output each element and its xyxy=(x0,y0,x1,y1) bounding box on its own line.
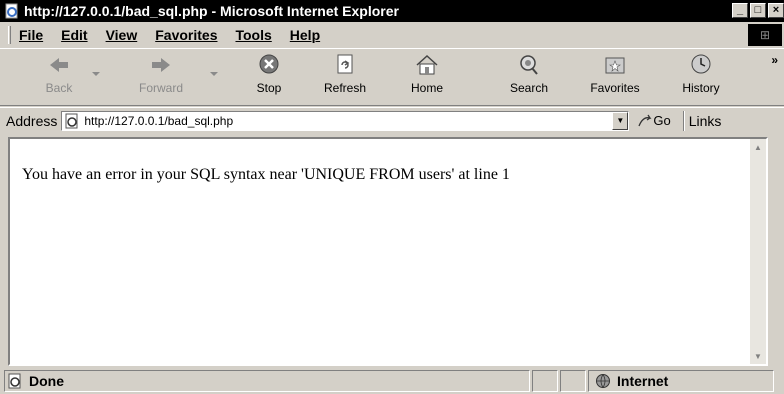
links-divider xyxy=(682,110,685,131)
status-pane-progress xyxy=(532,370,558,392)
scroll-down-button[interactable]: ▼ xyxy=(750,348,766,364)
title-bar: http://127.0.0.1/bad_sql.php - Microsoft… xyxy=(0,0,784,22)
forward-button[interactable]: Forward xyxy=(130,53,192,103)
search-label: Search xyxy=(509,81,549,95)
ie-page-icon xyxy=(65,113,78,128)
address-url: http://127.0.0.1/bad_sql.php xyxy=(84,113,234,128)
ie-page-icon xyxy=(5,3,18,19)
ie-page-icon xyxy=(8,373,21,389)
favorites-button[interactable]: Favorites xyxy=(584,53,646,103)
forward-arrow-icon xyxy=(152,58,170,72)
menu-view[interactable]: View xyxy=(106,27,138,43)
close-button[interactable]: × xyxy=(768,3,784,18)
home-label: Home xyxy=(410,81,443,95)
menu-tools[interactable]: Tools xyxy=(235,27,271,43)
status-bar: Done Internet xyxy=(0,368,784,394)
scroll-up-button[interactable]: ▲ xyxy=(750,139,766,155)
standard-toolbar: Back Forward Stop Refresh Home Search Fa… xyxy=(0,48,784,106)
address-dropdown-button[interactable]: ▼ xyxy=(612,111,629,130)
stop-icon xyxy=(259,54,279,74)
status-pane-security xyxy=(560,370,586,392)
window-controls: _ □ × xyxy=(730,3,784,18)
forward-label: Forward xyxy=(138,81,183,95)
address-input[interactable]: http://127.0.0.1/bad_sql.php ▼ xyxy=(61,110,630,131)
links-button[interactable]: Links xyxy=(689,113,722,129)
refresh-label: Refresh xyxy=(323,81,367,95)
forward-dropdown-icon[interactable] xyxy=(210,71,218,77)
sql-error-message: You have an error in your SQL syntax nea… xyxy=(22,166,510,183)
refresh-icon xyxy=(337,54,353,74)
search-icon xyxy=(520,55,538,75)
stop-button[interactable]: Stop xyxy=(238,53,300,103)
menu-help[interactable]: Help xyxy=(290,27,320,43)
refresh-button[interactable]: Refresh xyxy=(314,53,376,103)
go-label: Go xyxy=(653,113,671,128)
windows-logo-icon: ⊞ xyxy=(748,24,782,46)
history-button[interactable]: History xyxy=(670,53,732,103)
status-text: Done xyxy=(29,373,64,389)
toolbar-more-button[interactable]: » xyxy=(771,53,778,67)
history-label: History xyxy=(682,81,720,95)
zone-panel: Internet xyxy=(588,370,774,392)
back-button[interactable]: Back xyxy=(28,53,90,103)
home-button[interactable]: Home xyxy=(396,53,458,103)
vertical-scrollbar[interactable]: ▲ ▼ xyxy=(750,139,766,364)
back-dropdown-icon[interactable] xyxy=(92,71,100,77)
back-label: Back xyxy=(45,81,73,95)
menu-favorites[interactable]: Favorites xyxy=(155,27,217,43)
minimize-button[interactable]: _ xyxy=(732,3,748,18)
go-button[interactable]: Go xyxy=(637,113,671,128)
back-arrow-icon xyxy=(50,58,68,72)
favorites-icon xyxy=(605,57,625,74)
menu-file[interactable]: File xyxy=(19,27,43,43)
page-viewport[interactable]: You have an error in your SQL syntax nea… xyxy=(8,137,768,366)
menu-edit[interactable]: Edit xyxy=(61,27,87,43)
address-bar: Address http://127.0.0.1/bad_sql.php ▼ G… xyxy=(0,107,784,133)
home-icon xyxy=(416,54,438,75)
window-title: http://127.0.0.1/bad_sql.php - Microsoft… xyxy=(24,3,399,19)
menu-grip[interactable] xyxy=(8,26,11,44)
address-label: Address xyxy=(6,112,58,129)
go-arrow-icon xyxy=(638,114,652,126)
favorites-label: Favorites xyxy=(590,81,640,95)
browser-window: http://127.0.0.1/bad_sql.php - Microsoft… xyxy=(0,0,784,394)
stop-label: Stop xyxy=(256,81,282,95)
maximize-button[interactable]: □ xyxy=(750,3,766,18)
internet-globe-icon xyxy=(596,374,610,389)
menu-bar: File Edit View Favorites Tools Help ⊞ xyxy=(0,23,784,47)
history-icon xyxy=(691,54,711,74)
status-panel: Done xyxy=(4,370,530,392)
search-button[interactable]: Search xyxy=(498,53,560,103)
zone-label: Internet xyxy=(617,373,669,389)
